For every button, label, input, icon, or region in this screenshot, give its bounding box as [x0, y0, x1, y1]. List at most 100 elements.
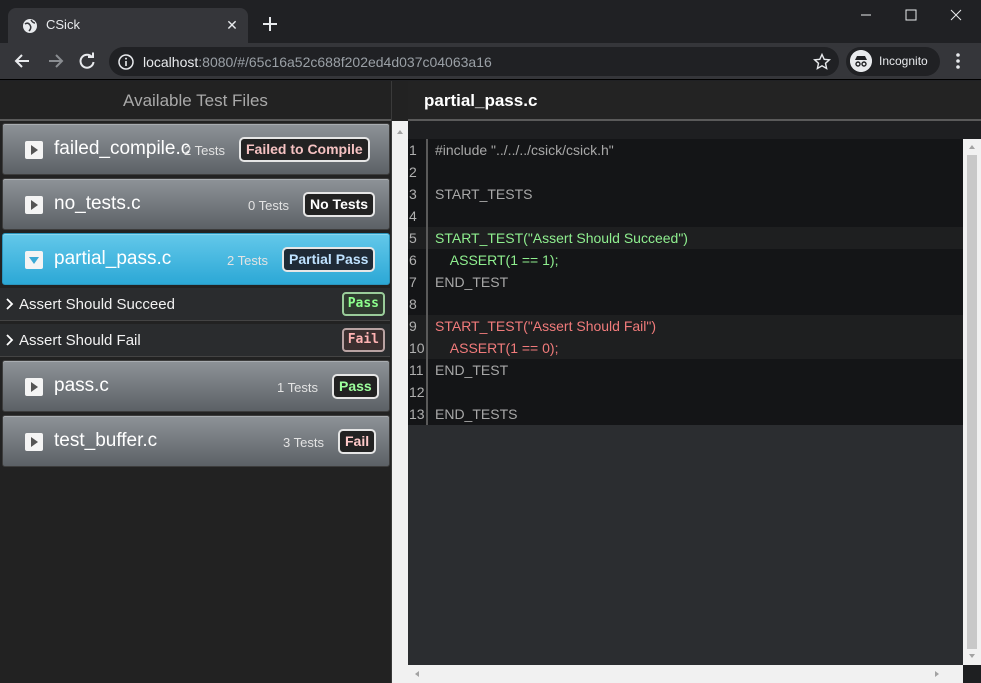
scroll-down-icon[interactable]	[967, 651, 977, 661]
line-number: 6	[408, 249, 428, 271]
info-icon[interactable]	[118, 54, 134, 70]
sidebar: Available Test Files failed_compile.c 2 …	[0, 81, 392, 683]
file-item-pass[interactable]: pass.c 1 Tests Pass	[2, 360, 390, 412]
status-badge: Fail	[338, 429, 377, 454]
code-line[interactable]: 9 START_TEST("Assert Should Fail")	[408, 315, 963, 337]
code-line[interactable]: 3 START_TESTS	[408, 183, 963, 205]
code-line[interactable]: 12	[408, 381, 963, 403]
new-tab-icon[interactable]	[260, 14, 280, 34]
url-text: localhost:8080/#/65c16a52c688f202ed4d037…	[143, 54, 492, 70]
url-path: :8080/#/65c16a52c688f202ed4d037c04063a16	[198, 54, 492, 70]
code-line[interactable]: 10 ASSERT(1 == 0);	[408, 337, 963, 359]
reload-icon[interactable]	[77, 51, 97, 71]
line-number: 5	[408, 227, 428, 249]
bookmark-star-icon[interactable]	[813, 53, 831, 71]
file-name: partial_pass.c	[54, 248, 172, 269]
file-name: pass.c	[54, 375, 109, 396]
incognito-label: Incognito	[879, 54, 928, 68]
minimize-icon[interactable]	[848, 4, 884, 26]
close-window-icon[interactable]	[938, 4, 974, 26]
editor-vertical-scrollbar[interactable]	[963, 139, 981, 665]
file-list: failed_compile.c 2 Tests Failed to Compi…	[0, 123, 390, 470]
chevron-right-icon[interactable]	[5, 334, 15, 346]
line-text: #include "../../../csick/csick.h"	[435, 142, 614, 158]
status-badge: Pass	[332, 374, 379, 399]
file-item-partial-pass[interactable]: partial_pass.c 2 Tests Partial Pass	[2, 233, 390, 285]
app-root: Available Test Files failed_compile.c 2 …	[0, 81, 981, 683]
line-number: 10	[408, 337, 428, 359]
file-item-no-tests[interactable]: no_tests.c 0 Tests No Tests	[2, 178, 390, 230]
scroll-right-icon[interactable]	[932, 669, 942, 679]
code-line[interactable]: 4	[408, 205, 963, 227]
maximize-icon[interactable]	[893, 4, 929, 26]
test-status-badge: Fail	[341, 328, 385, 352]
line-text: END_TESTS	[435, 406, 518, 422]
code-lines: 1 #include "../../../csick/csick.h" 2 3 STAR…	[408, 139, 963, 425]
file-item-test-buffer[interactable]: test_buffer.c 3 Tests Fail	[2, 415, 390, 467]
line-number: 4	[408, 205, 428, 227]
scroll-up-icon[interactable]	[967, 142, 977, 152]
test-name: Assert Should Succeed	[19, 296, 175, 313]
back-arrow-icon[interactable]	[13, 51, 33, 71]
incognito-icon	[850, 50, 872, 72]
sidebar-scrollbar[interactable]	[392, 121, 408, 683]
code-line[interactable]: 2	[408, 161, 963, 183]
scroll-left-icon[interactable]	[412, 669, 422, 679]
tab-title: CSick	[46, 17, 80, 32]
code-line[interactable]: 7 END_TEST	[408, 271, 963, 293]
status-badge: No Tests	[303, 192, 376, 217]
line-text: ASSERT(1 == 0);	[435, 340, 559, 356]
expand-icon[interactable]	[25, 433, 43, 451]
line-text: ASSERT(1 == 1);	[435, 252, 559, 268]
code-editor[interactable]: 1 #include "../../../csick/csick.h" 2 3 STAR…	[408, 139, 963, 665]
test-row-assert-should-fail[interactable]: Assert Should Fail Fail	[0, 324, 390, 357]
expand-icon[interactable]	[25, 378, 43, 396]
sidebar-title: Available Test Files	[0, 81, 391, 121]
expand-icon[interactable]	[25, 141, 43, 159]
file-test-count: 3 Tests	[283, 435, 324, 450]
file-name: failed_compile.c	[54, 138, 191, 159]
tab-close-icon[interactable]: ✕	[224, 17, 240, 33]
collapse-icon[interactable]	[25, 251, 43, 269]
scroll-up-icon[interactable]	[395, 127, 405, 137]
line-text: END_TEST	[435, 362, 509, 378]
line-number: 9	[408, 315, 428, 337]
test-row-assert-should-succeed[interactable]: Assert Should Succeed Pass	[0, 288, 390, 321]
more-menu-icon[interactable]	[950, 51, 966, 71]
file-name: no_tests.c	[54, 193, 141, 214]
code-line[interactable]: 11 END_TEST	[408, 359, 963, 381]
line-number: 8	[408, 293, 428, 315]
line-text: START_TEST("Assert Should Fail")	[435, 318, 657, 334]
browser-tab[interactable]: CSick ✕	[8, 8, 248, 43]
incognito-indicator[interactable]: Incognito	[846, 47, 940, 76]
code-line[interactable]: 13 END_TESTS	[408, 403, 963, 425]
line-number: 11	[408, 359, 428, 381]
status-badge: Failed to Compile	[239, 137, 370, 162]
test-name: Assert Should Fail	[19, 332, 141, 349]
globe-icon	[23, 19, 37, 33]
url-host: localhost	[143, 54, 199, 70]
tab-strip: CSick ✕	[0, 0, 981, 43]
address-bar[interactable]: localhost:8080/#/65c16a52c688f202ed4d037…	[109, 47, 839, 76]
line-number: 2	[408, 161, 428, 183]
chevron-right-icon[interactable]	[5, 298, 15, 310]
file-item-failed-compile[interactable]: failed_compile.c 2 Tests Failed to Compi…	[2, 123, 390, 175]
line-number: 7	[408, 271, 428, 293]
code-line[interactable]: 5 START_TEST("Assert Should Succeed")	[408, 227, 963, 249]
scroll-thumb[interactable]	[967, 155, 977, 649]
line-number: 12	[408, 381, 428, 403]
editor-horizontal-scrollbar[interactable]	[392, 665, 963, 683]
line-number: 3	[408, 183, 428, 205]
line-number: 13	[408, 403, 428, 425]
code-line[interactable]: 1 #include "../../../csick/csick.h"	[408, 139, 963, 161]
code-line[interactable]: 8	[408, 293, 963, 315]
forward-arrow-icon[interactable]	[45, 51, 65, 71]
code-line[interactable]: 6 ASSERT(1 == 1);	[408, 249, 963, 271]
line-text: START_TESTS	[435, 186, 533, 202]
status-badge: Partial Pass	[282, 247, 376, 272]
file-test-count: 1 Tests	[277, 380, 318, 395]
line-text: START_TEST("Assert Should Succeed")	[435, 230, 688, 246]
file-test-count: 2 Tests	[227, 253, 268, 268]
expand-icon[interactable]	[25, 196, 43, 214]
line-number: 1	[408, 139, 428, 161]
